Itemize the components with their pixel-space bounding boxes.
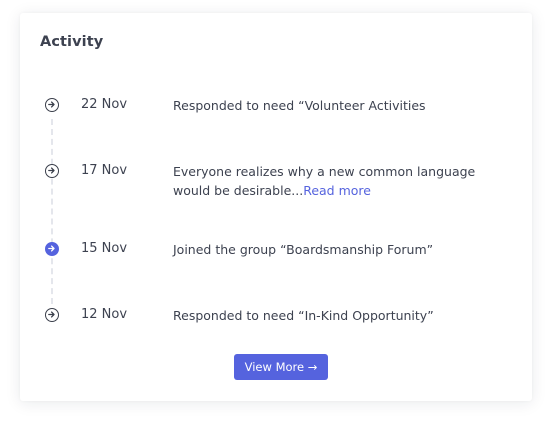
activity-date: 15 Nov [81,241,128,256]
activity-date: 17 Nov [81,163,128,178]
activity-text: Responded to need “In-Kind Opportunity” [173,306,508,325]
activity-title: Activity [40,34,104,50]
timeline-connector [51,119,53,314]
activity-text: Responded to need “Volunteer Activities [173,96,508,115]
activity-card: Activity 22 Nov Responded to need “Volun… [20,13,532,401]
arrow-circle-icon [45,98,59,112]
activity-description: Responded to need “In-Kind Opportunity” [173,308,434,323]
arrow-circle-filled-icon [45,242,59,256]
arrow-circle-icon [45,308,59,322]
activity-description: Joined the group “Boardsmanship Forum” [173,242,434,257]
read-more-link[interactable]: Read more [303,183,371,198]
activity-text: Joined the group “Boardsmanship Forum” [173,240,508,259]
view-more-button[interactable]: View More → [234,354,328,380]
activity-date: 12 Nov [81,307,128,322]
activity-text: Everyone realizes why a new common langu… [173,162,508,200]
activity-date: 22 Nov [81,97,128,112]
arrow-circle-icon [45,164,59,178]
activity-description: Responded to need “Volunteer Activities [173,98,426,113]
